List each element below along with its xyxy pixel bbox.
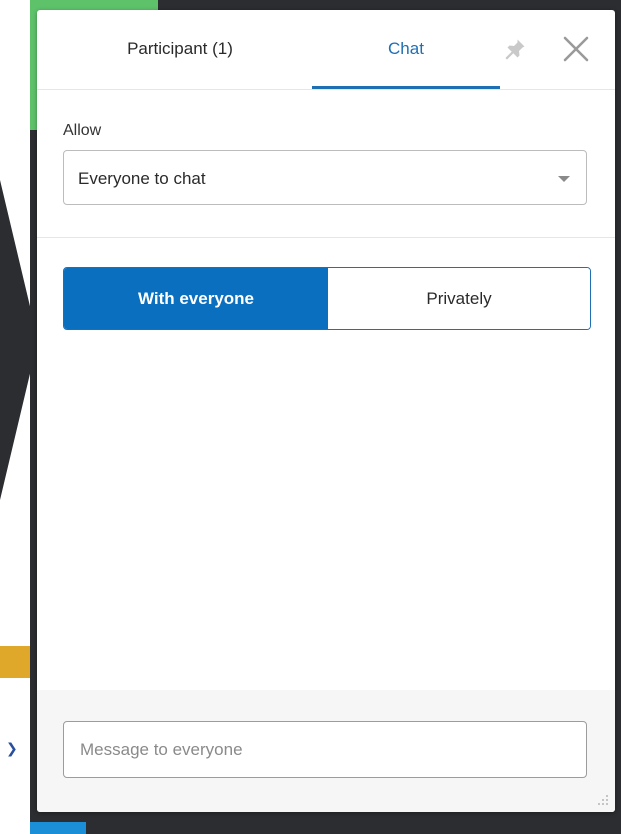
privately-button[interactable]: Privately [328,268,590,329]
panel-tabs: Participant (1) Chat [37,10,615,90]
background-shape [0,180,38,500]
background-tile [0,646,30,678]
close-icon[interactable] [561,34,591,64]
tab-participant[interactable]: Participant (1) [57,10,303,89]
tab-chat[interactable]: Chat [312,10,500,89]
chevron-right-icon: ❯ [6,740,18,756]
chat-permission-section: Allow Everyone to chat [37,90,615,238]
allow-chat-selected-value: Everyone to chat [78,169,206,188]
with-everyone-button[interactable]: With everyone [64,268,328,329]
allow-chat-select[interactable]: Everyone to chat [63,150,587,205]
chat-mode-toggle: With everyone Privately [63,267,591,330]
allow-label: Allow [63,122,102,139]
chat-panel: Participant (1) Chat Allow Everyone to c… [37,10,615,812]
message-footer [37,690,615,812]
pin-icon[interactable] [503,37,527,61]
caret-down-icon [558,176,570,182]
background-tile [30,822,86,834]
resize-grip-icon[interactable] [597,794,609,806]
message-input[interactable] [63,721,587,778]
